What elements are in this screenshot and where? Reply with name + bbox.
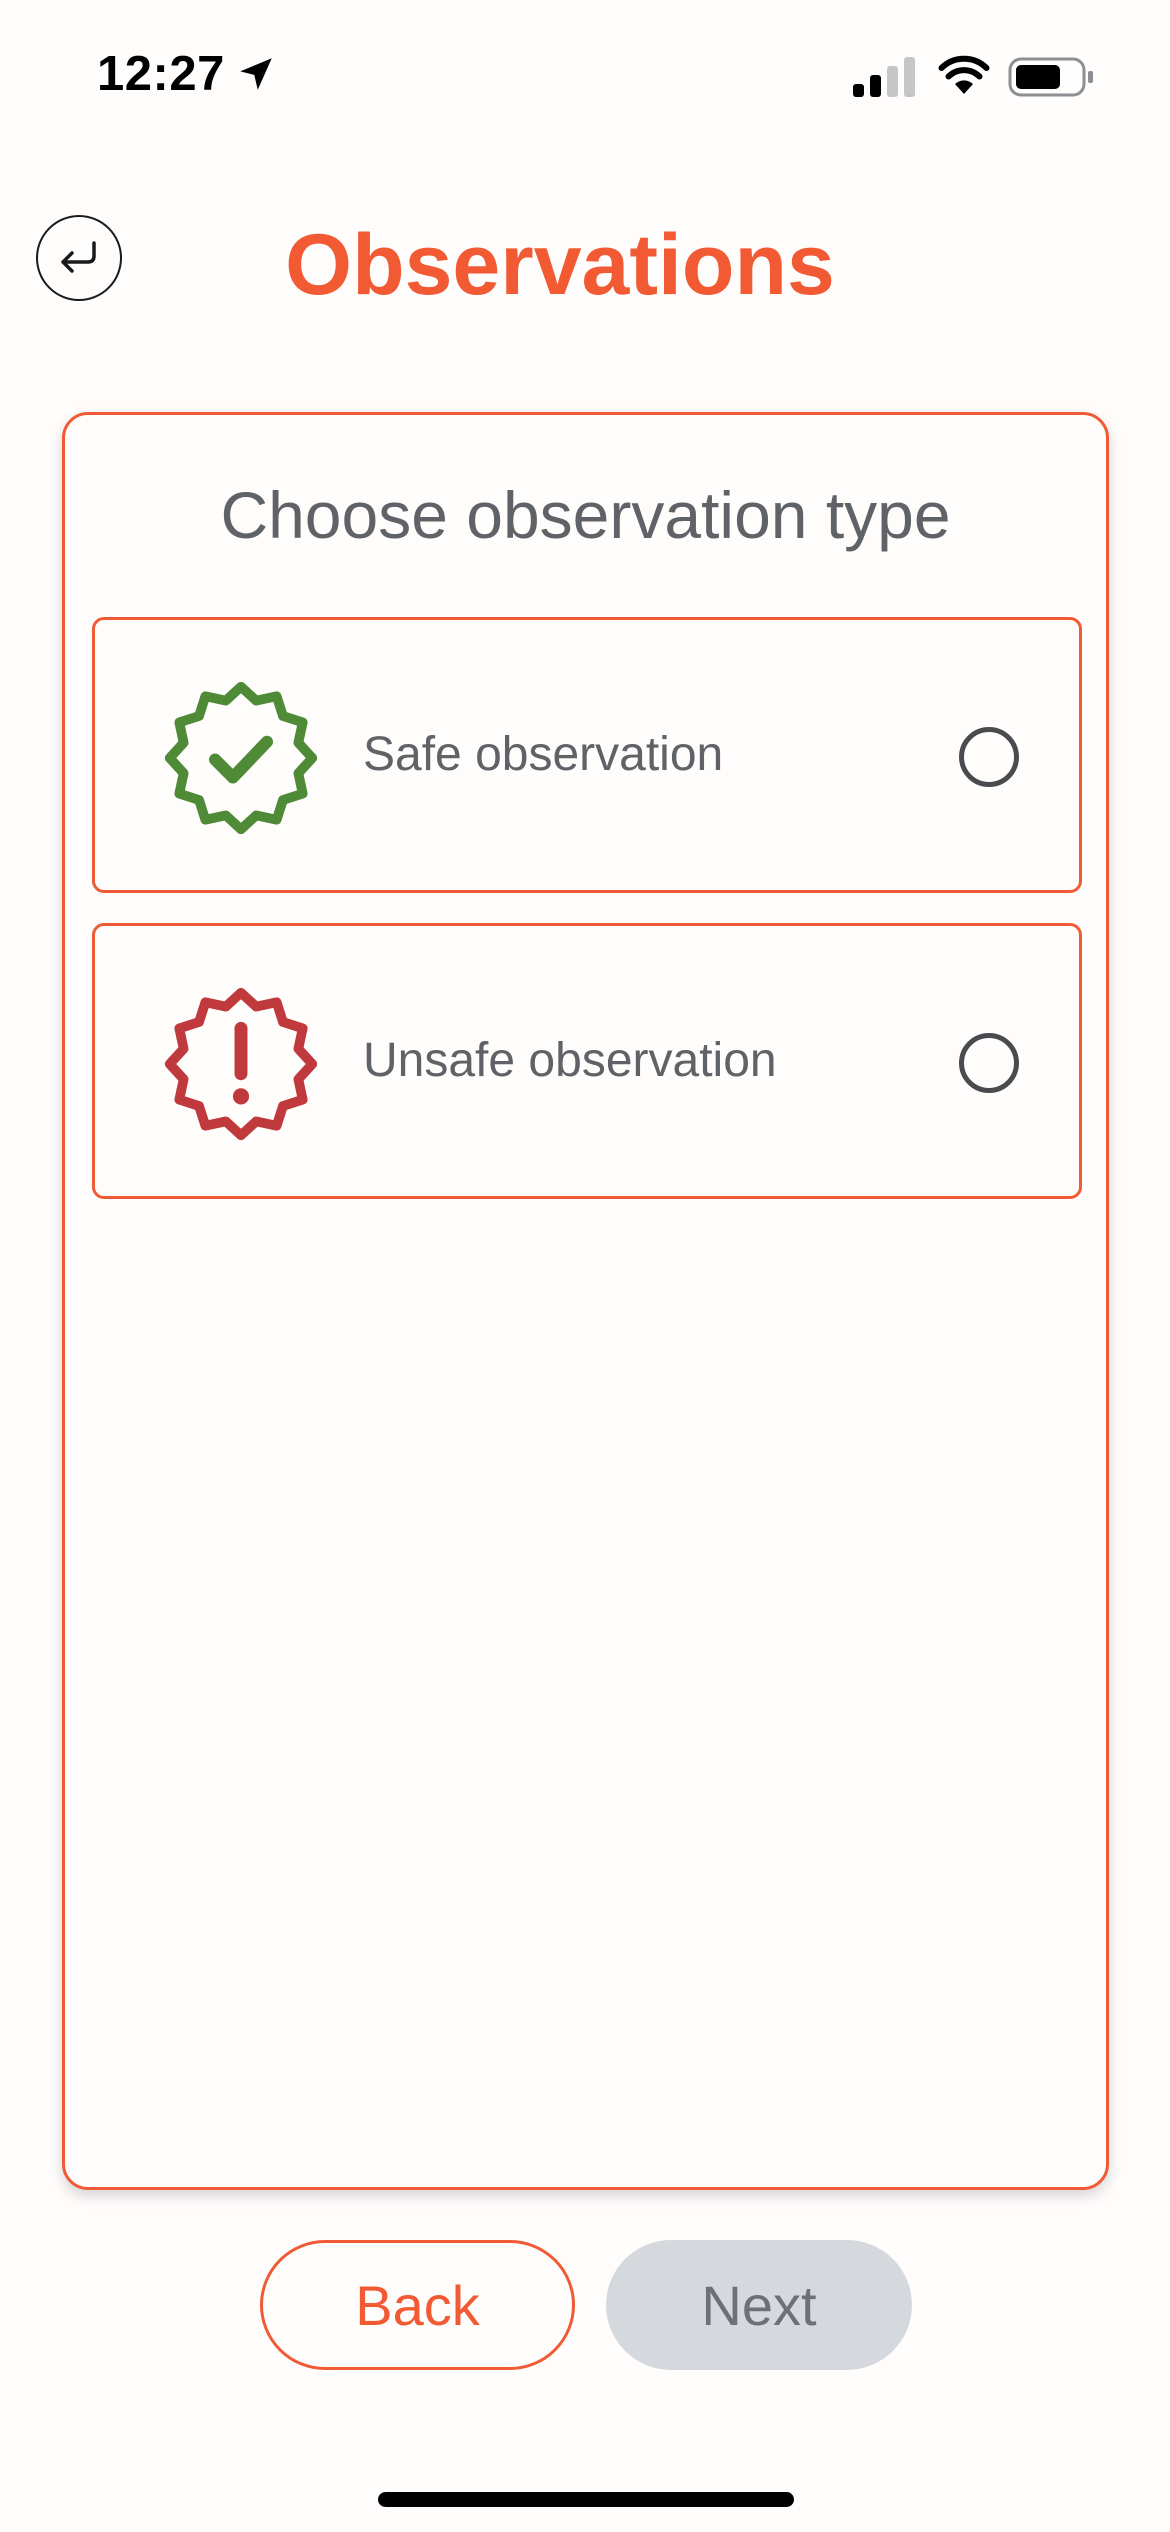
home-indicator [378,2492,794,2507]
observation-type-card: Choose observation type Safe observation… [62,412,1109,2190]
safe-observation-option[interactable]: Safe observation [92,617,1082,893]
card-title: Choose observation type [220,478,951,552]
radio-button[interactable] [959,727,1019,787]
wifi-icon [938,55,990,94]
return-arrow-icon [61,241,96,273]
location-arrow-icon [240,58,272,90]
page-title: Observations [285,217,835,313]
radio-button[interactable] [959,1033,1019,1093]
status-time-group: 12:27 [97,46,277,102]
battery-icon [1008,57,1093,97]
back-button[interactable]: Back [260,2240,575,2370]
verified-badge-check-icon [164,681,318,835]
option-label: Unsafe observation [363,1034,777,1087]
status-bar: 12:27 [0,0,1170,150]
badge-alert-icon [164,987,318,1141]
unsafe-observation-option[interactable]: Unsafe observation [92,923,1082,1199]
status-time: 12:27 [97,47,225,101]
cellular-signal-icon [853,57,915,97]
return-button[interactable] [36,215,122,301]
next-button[interactable]: Next [606,2240,912,2370]
option-label: Safe observation [363,728,724,781]
